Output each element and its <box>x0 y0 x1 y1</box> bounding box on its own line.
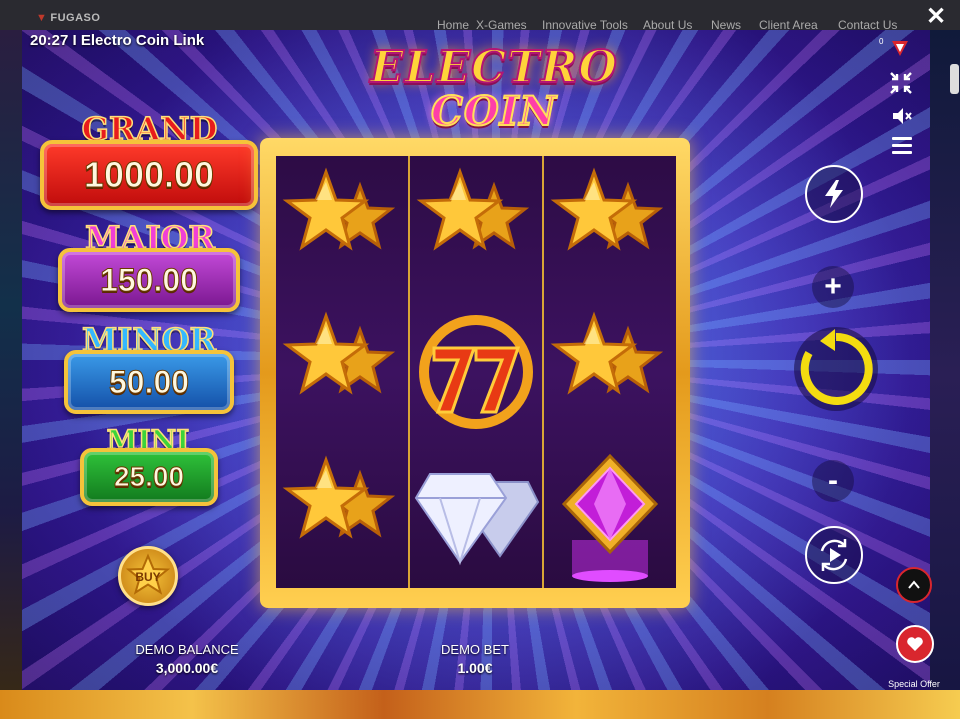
chevron-up-icon <box>908 580 920 589</box>
reel-symbol-star <box>544 300 676 444</box>
jackpot-grand-value: 1000.00 <box>40 140 258 210</box>
minus-label: - <box>828 464 838 497</box>
site-background-left <box>0 30 22 719</box>
reel-symbol-star <box>276 156 408 300</box>
site-background-bottom <box>0 690 960 719</box>
exit-fullscreen-icon[interactable] <box>890 72 914 96</box>
spin-button[interactable] <box>794 327 878 411</box>
spin-icon <box>800 329 873 405</box>
site-navbar: ▼ FUGASO Home X-Games Innovative Tools Ab… <box>0 0 960 32</box>
heart-icon <box>907 637 923 651</box>
game-logo-line1: ELECTRO <box>369 41 618 94</box>
menu-icon[interactable] <box>891 134 915 158</box>
game-frame: 20:27 I Electro Coin Link ELECTRO COIN L… <box>22 30 930 690</box>
reel-symbol-diamond <box>410 444 542 588</box>
lightning-icon <box>825 180 843 208</box>
reel-symbol-gem <box>544 444 676 588</box>
reel-symbol-star <box>276 300 408 444</box>
reel-frame <box>260 138 690 608</box>
balance-label: DEMO BALANCE <box>135 642 239 657</box>
buy-button[interactable]: BUY <box>118 546 178 606</box>
buy-label: BUY <box>135 570 161 584</box>
sound-muted-icon[interactable] <box>890 104 914 128</box>
special-offer-button[interactable] <box>896 625 934 663</box>
game-title: 20:27 I Electro Coin Link <box>30 32 205 49</box>
jackpot-major-value: 150.00 <box>58 248 240 312</box>
site-logo[interactable]: ▼ FUGASO <box>36 12 100 24</box>
autoplay-button[interactable] <box>805 526 863 584</box>
notification-count: 0 <box>879 37 884 46</box>
scrollbar[interactable] <box>950 64 959 94</box>
balance-value: 3,000.00€ <box>155 660 219 676</box>
increase-bet-button[interactable]: + <box>812 266 854 308</box>
reel-symbol-star <box>410 156 542 300</box>
close-icon[interactable]: ✕ <box>925 5 947 29</box>
reel-symbol-seven <box>410 300 542 444</box>
turbo-button[interactable] <box>805 165 863 223</box>
reel-symbol-star <box>276 444 408 588</box>
jackpot-minor-value: 50.00 <box>64 350 234 414</box>
site-background-right <box>930 30 960 719</box>
bet-label: DEMO BET <box>441 642 509 657</box>
jackpot-mini-value: 25.00 <box>80 448 218 506</box>
bet-value: 1.00€ <box>457 660 493 676</box>
reel-symbol-star <box>544 156 676 300</box>
scroll-to-top-button[interactable] <box>896 567 932 603</box>
plus-label: + <box>824 270 842 303</box>
notification-icon[interactable] <box>888 36 912 60</box>
autoplay-icon <box>820 539 848 571</box>
special-offer-label: Special Offer <box>888 679 940 689</box>
decrease-bet-button[interactable]: - <box>812 460 854 502</box>
